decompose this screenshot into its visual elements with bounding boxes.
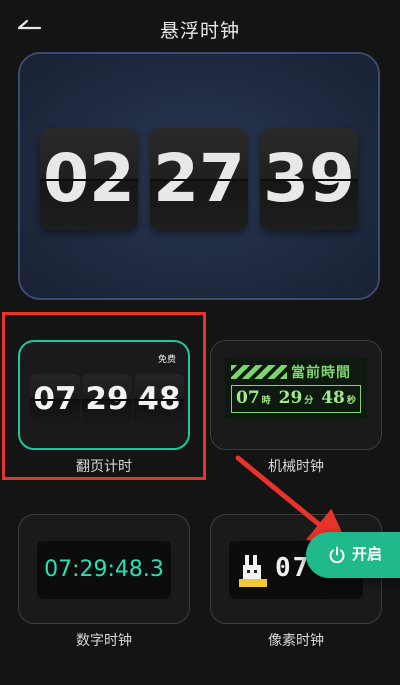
style-label-mechanical: 机械时钟 [268, 459, 324, 475]
preview-seconds: 39 [260, 128, 358, 230]
mech-minute-unit: 分 [304, 396, 314, 406]
rabbit-icon [239, 555, 267, 587]
mechanical-title: 當前時間 [291, 365, 351, 381]
mech-seconds: 48 [321, 388, 345, 408]
mech-second-unit: 秒 [346, 396, 356, 406]
power-icon [329, 546, 345, 564]
mechanical-preview: 當前時間 07 時 29 分 48 秒 [225, 357, 367, 419]
style-card-digital[interactable]: 07:29:48.3 [18, 514, 190, 624]
page-title: 悬浮时钟 [159, 20, 240, 42]
mech-hour-unit: 時 [261, 396, 271, 406]
digital-time: 07:29:48.3 [37, 541, 171, 599]
preview-minutes: 27 [150, 128, 248, 230]
mech-minutes: 29 [278, 388, 303, 408]
style-label-digital: 数字时钟 [76, 633, 132, 649]
stripe-decoration [231, 365, 287, 379]
enable-label: 开启 [352, 545, 383, 563]
style-card-mechanical[interactable]: 當前時間 07 時 29 分 48 秒 [210, 340, 382, 450]
pixel-time: 07 [275, 553, 311, 583]
highlight-box [2, 312, 206, 480]
enable-button[interactable]: 开启 [306, 532, 400, 578]
mech-hours: 07 [236, 388, 260, 408]
mechanical-time: 07 時 29 分 48 秒 [231, 385, 361, 413]
style-label-pixel: 像素时钟 [268, 633, 324, 649]
header-bar: 悬浮时钟 [0, 0, 400, 56]
clock-preview: 02 27 39 [18, 52, 380, 300]
preview-hours: 02 [40, 128, 138, 230]
